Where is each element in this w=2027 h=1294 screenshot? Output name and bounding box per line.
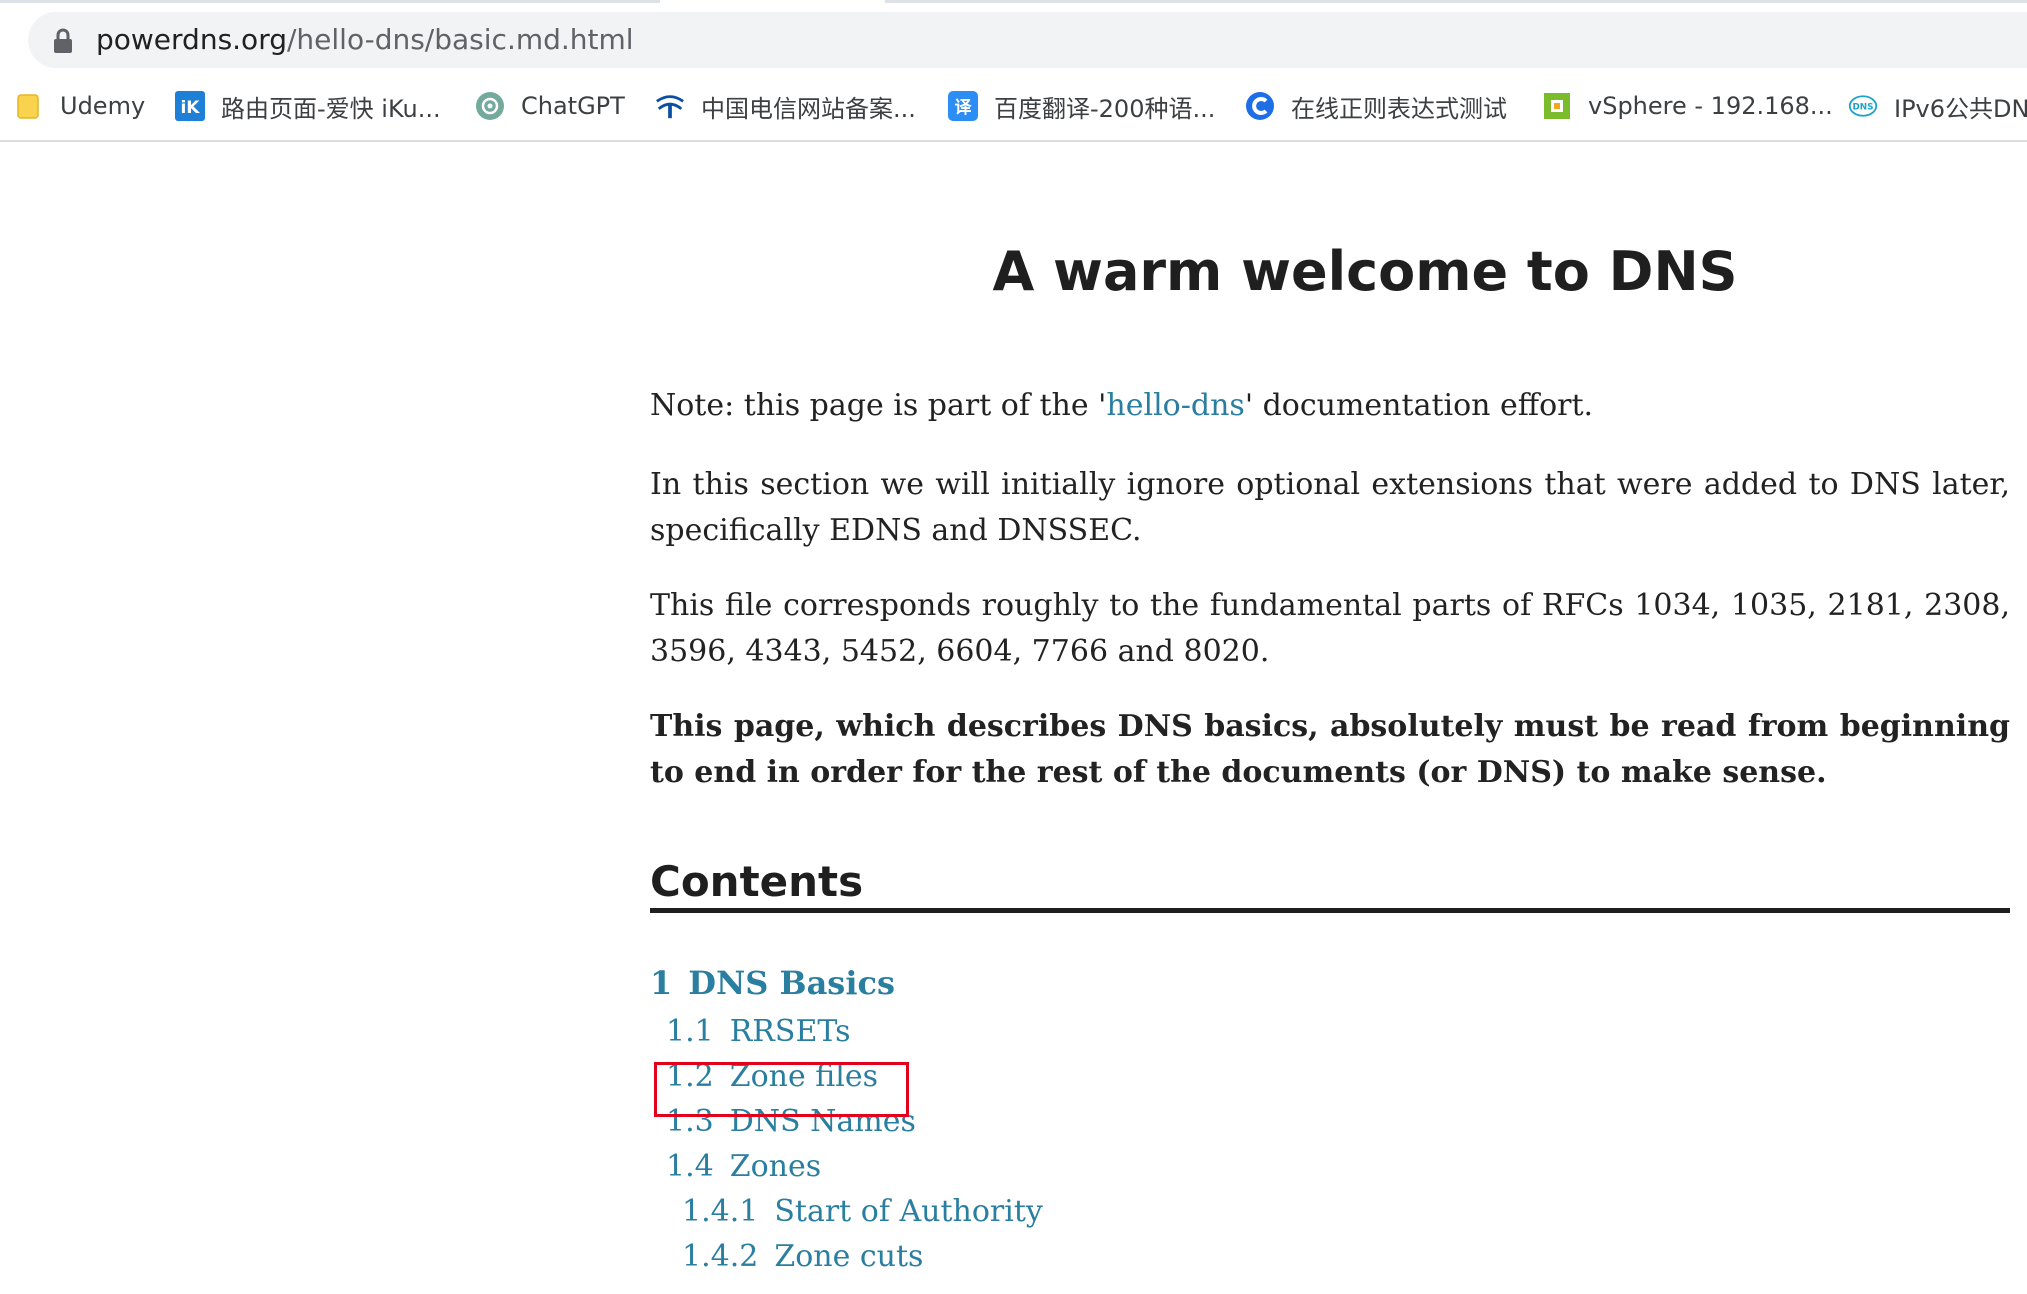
- bookmark-label: 百度翻译-200种语...: [994, 94, 1216, 123]
- vsphere-icon: [1542, 91, 1572, 121]
- toc-item-zones[interactable]: 1.4 Zones: [666, 1149, 821, 1184]
- bookmark-udemy[interactable]: Udemy: [14, 80, 145, 132]
- note-text-after: ' documentation effort.: [1244, 388, 1594, 423]
- baidu-translate-icon: 译: [948, 91, 978, 121]
- bookmark-label: 中国电信网站备案...: [701, 94, 916, 123]
- url-path: /hello-dns/basic.md.html: [286, 23, 634, 56]
- bookmark-label: 路由页面-爱快 iKu...: [221, 94, 441, 123]
- toc-label: Zones: [729, 1149, 822, 1184]
- toc-item-zone-cuts[interactable]: 1.4.2 Zone cuts: [682, 1239, 923, 1274]
- ikuai-icon: iK: [175, 91, 205, 121]
- bookmark-baidu-translate[interactable]: 译 百度翻译-200种语...: [948, 80, 1215, 132]
- toc-item-rrsets[interactable]: 1.1 RRSETs: [666, 1014, 851, 1049]
- bookmark-label: IPv6公共DN: [1894, 94, 2027, 123]
- toc-label: Start of Authority: [774, 1194, 1043, 1229]
- toc-label: DNS Basics: [688, 964, 895, 1002]
- intro-paragraph: In this section we will initially ignore…: [650, 467, 2010, 548]
- toolbar-divider: [0, 140, 2027, 142]
- toc-item-dns-basics[interactable]: 1 DNS Basics: [650, 964, 895, 1002]
- regex-tester-icon: [1245, 91, 1275, 121]
- svg-text:译: 译: [955, 98, 973, 118]
- warning-paragraph: This page, which describes DNS basics, a…: [650, 709, 2010, 790]
- bookmark-regex-tester[interactable]: 在线正则表达式测试: [1245, 80, 1507, 132]
- contents-divider: [650, 908, 2010, 913]
- toc-label: RRSETs: [729, 1014, 851, 1049]
- tab-strip-segment: [885, 0, 2027, 3]
- folder-icon: [14, 91, 44, 121]
- bookmarks-bar: Udemy iK 路由页面-爱快 iKu... ChatGPT 中国电信网站备案…: [0, 80, 2027, 132]
- bookmark-ikuai[interactable]: iK 路由页面-爱快 iKu...: [175, 80, 441, 132]
- toc-item-start-of-authority[interactable]: 1.4.1 Start of Authority: [682, 1194, 1043, 1229]
- contents-heading: Contents: [650, 857, 864, 906]
- tab-strip-segment: [0, 0, 660, 3]
- bookmark-china-telecom[interactable]: 中国电信网站备案...: [655, 80, 916, 132]
- toc-number: 1.4.1: [682, 1194, 759, 1229]
- bookmark-label: 在线正则表达式测试: [1291, 94, 1507, 123]
- bookmark-label: ChatGPT: [521, 92, 625, 120]
- toc-number: 1.4: [666, 1149, 714, 1184]
- url-host: powerdns.org: [96, 23, 287, 56]
- china-telecom-icon: [655, 91, 685, 121]
- lock-icon[interactable]: [52, 28, 74, 54]
- toc-label: Zone cuts: [774, 1239, 924, 1274]
- toc-number: 1: [650, 964, 673, 1002]
- bookmark-chatgpt[interactable]: ChatGPT: [475, 80, 625, 132]
- toc-number: 1.1: [666, 1014, 714, 1049]
- note-paragraph: Note: this page is part of the 'hello-dn…: [650, 383, 2010, 429]
- bookmark-label: Udemy: [60, 92, 146, 120]
- rfc-paragraph: This file corresponds roughly to the fun…: [650, 588, 2010, 669]
- svg-text:iK: iK: [180, 98, 200, 118]
- bookmark-vsphere[interactable]: vSphere - 192.168...: [1542, 80, 1833, 132]
- highlight-annotation-box: [654, 1062, 909, 1117]
- toc-number: 1.4.2: [682, 1239, 759, 1274]
- svg-text:DNS: DNS: [1852, 103, 1873, 113]
- note-text-before: Note: this page is part of the ': [650, 388, 1107, 423]
- dns-icon: DNS: [1848, 91, 1878, 121]
- page-title: A warm welcome to DNS: [992, 240, 1738, 303]
- url-text[interactable]: powerdns.org/hello-dns/basic.md.html: [96, 20, 634, 60]
- hello-dns-link[interactable]: hello-dns: [1106, 388, 1244, 423]
- tab-strip: [0, 0, 2027, 10]
- chatgpt-icon: [475, 91, 505, 121]
- bookmark-ipv6-dns[interactable]: DNS IPv6公共DN: [1848, 80, 2027, 132]
- bookmark-label: vSphere - 192.168...: [1588, 92, 1833, 120]
